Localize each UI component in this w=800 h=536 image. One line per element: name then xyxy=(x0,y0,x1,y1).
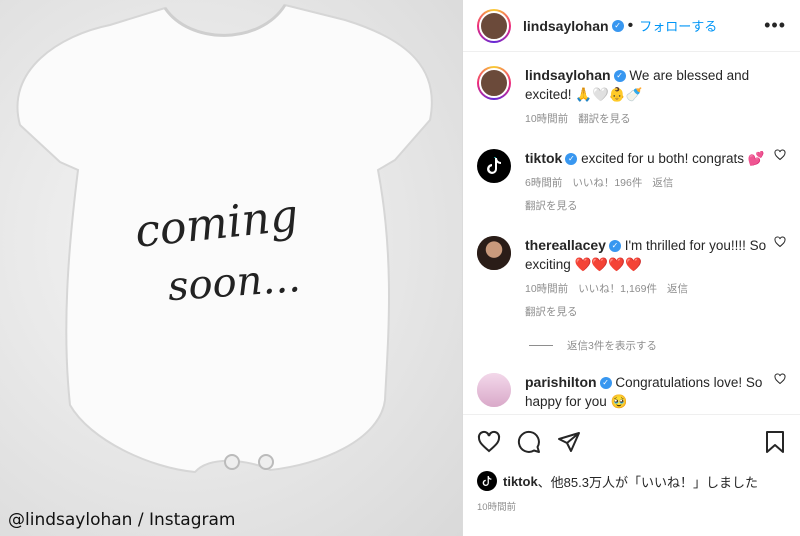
tiktok-logo-icon xyxy=(482,476,492,486)
liked-by-rest[interactable]: 、他85.3万人が「いいね！」しました xyxy=(538,472,758,491)
comment-icon[interactable] xyxy=(517,430,541,454)
liked-by-user[interactable]: tiktok xyxy=(503,474,538,489)
photo-credit: @lindsaylohan / Instagram xyxy=(8,510,236,530)
verified-icon: ✓ xyxy=(565,153,578,166)
heart-icon[interactable] xyxy=(774,373,786,385)
like-heart-icon[interactable] xyxy=(477,430,501,454)
view-replies-button[interactable]: 返信3件を表示する xyxy=(463,322,800,353)
verified-icon: ✓ xyxy=(613,70,626,83)
comment-likes[interactable]: いいね！196件 xyxy=(572,177,642,189)
translate-link[interactable]: 翻訳を見る xyxy=(578,113,631,125)
more-options-icon[interactable]: ••• xyxy=(764,15,786,36)
avatar[interactable] xyxy=(477,8,511,43)
liked-by: tiktok 、他85.3万人が「いいね！」しました xyxy=(477,471,786,491)
comment-likes[interactable]: いいね！1,169件 xyxy=(578,283,657,295)
divider xyxy=(529,345,553,346)
avatar[interactable] xyxy=(477,373,511,407)
comment-username[interactable]: parishilton xyxy=(525,374,597,390)
avatar[interactable] xyxy=(477,471,497,491)
caption-time[interactable]: 10時間前 xyxy=(525,113,568,125)
comment-time[interactable]: 6時間前 xyxy=(525,177,562,189)
list-item: thereallacey ✓ I'm thrilled for you!!!! S… xyxy=(463,216,800,322)
post-image[interactable]: coming soon... @lindsaylohan / Instagram xyxy=(0,0,462,536)
onesie-illustration: coming soon... xyxy=(16,3,433,474)
post-header: lindsaylohan ✓ • フォローする ••• xyxy=(463,0,800,52)
caption-username[interactable]: lindsaylohan xyxy=(525,67,611,83)
caption: lindsaylohan ✓ We are blessed and excited… xyxy=(463,52,800,129)
share-icon[interactable] xyxy=(557,430,581,454)
header-username[interactable]: lindsaylohan xyxy=(523,18,609,34)
heart-icon[interactable] xyxy=(774,236,786,248)
verified-icon: ✓ xyxy=(608,240,621,253)
avatar[interactable] xyxy=(477,66,511,100)
bookmark-icon[interactable] xyxy=(764,430,786,454)
comment-text: excited for u both! congrats 💕 xyxy=(581,151,765,166)
reply-button[interactable]: 返信 xyxy=(667,283,688,295)
heart-icon[interactable] xyxy=(774,149,786,161)
view-replies-label: 返信3件を表示する xyxy=(567,340,657,352)
comments-list[interactable]: lindsaylohan ✓ We are blessed and excited… xyxy=(463,52,800,414)
avatar[interactable] xyxy=(477,149,511,183)
post-time[interactable]: 10時間前 xyxy=(477,499,786,513)
post-actions: tiktok 、他85.3万人が「いいね！」しました 10時間前 xyxy=(463,414,800,513)
translate-link[interactable]: 翻訳を見る xyxy=(525,303,768,322)
post-side-panel: lindsaylohan ✓ • フォローする ••• lindsaylohan… xyxy=(462,0,800,536)
comment-time[interactable]: 10時間前 xyxy=(525,283,568,295)
reply-button[interactable]: 返信 xyxy=(652,177,673,189)
list-item: tiktok ✓ excited for u both! congrats 💕 6… xyxy=(463,129,800,216)
follow-button[interactable]: フォローする xyxy=(639,16,717,35)
onesie-text-line2: soon... xyxy=(166,255,301,310)
list-item: parishilton ✓ Congratulations love! So ha… xyxy=(463,353,800,411)
avatar[interactable] xyxy=(477,236,511,270)
tiktok-logo-icon xyxy=(487,157,501,174)
translate-link[interactable]: 翻訳を見る xyxy=(525,197,768,216)
comment-username[interactable]: thereallacey xyxy=(525,237,606,253)
verified-icon: ✓ xyxy=(611,19,624,32)
comment-username[interactable]: tiktok xyxy=(525,150,562,166)
verified-icon: ✓ xyxy=(599,377,612,390)
